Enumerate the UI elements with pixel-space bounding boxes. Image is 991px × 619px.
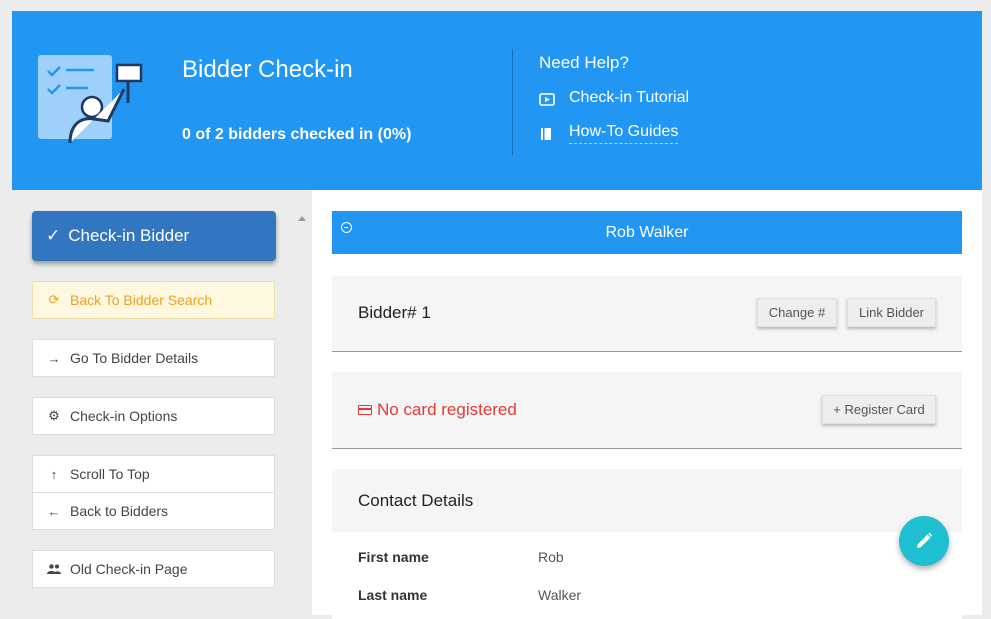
contact-details-title: Contact Details — [358, 491, 474, 510]
gear-icon: ⚙ — [48, 408, 60, 423]
old-checkin-page-label: Old Check-in Page — [70, 561, 188, 577]
refresh-icon: ⟳ — [48, 292, 60, 307]
edit-contact-button[interactable] — [899, 516, 949, 566]
contact-details-body: First name Rob Last name Walker — [332, 532, 962, 619]
back-to-bidders-label: Back to Bidders — [70, 503, 169, 519]
arrow-right-icon: → — [47, 350, 61, 366]
back-to-bidder-search-label: Back To Bidder Search — [70, 292, 213, 308]
first-name-label: First name — [358, 549, 429, 565]
howto-guides-link[interactable]: How-To Guides — [539, 123, 679, 144]
howto-guides-label: How-To Guides — [569, 123, 679, 144]
collapse-icon[interactable] — [341, 222, 352, 233]
bidder-name: Rob Walker — [605, 223, 689, 241]
card-status-label: No card registered — [377, 400, 517, 419]
scroll-up-arrow-icon[interactable] — [298, 216, 306, 221]
last-name-label: Last name — [358, 587, 428, 603]
checkin-progress: 0 of 2 bidders checked in (0%) — [182, 126, 412, 143]
credit-card-icon — [358, 405, 372, 415]
book-icon — [541, 127, 551, 140]
go-to-bidder-details-label: Go To Bidder Details — [70, 350, 199, 366]
checkin-bidder-button[interactable]: ✓ Check-in Bidder — [32, 211, 276, 261]
main-panel: Rob Walker Bidder# 1 Change # Link Bidde… — [312, 190, 982, 619]
back-to-bidder-search-button[interactable]: ⟳ Back To Bidder Search — [32, 281, 275, 319]
page-title: Bidder Check-in — [182, 56, 353, 83]
check-icon: ✓ — [46, 226, 61, 245]
checkin-tutorial-link[interactable]: Check-in Tutorial — [539, 89, 689, 109]
checklist-person-icon — [38, 55, 143, 143]
card-status: No card registered — [358, 400, 517, 420]
app-frame: Bidder Check-in 0 of 2 bidders checked i… — [12, 11, 982, 619]
arrow-up-icon: ↑ — [50, 466, 58, 482]
register-card-button[interactable]: + Register Card — [822, 395, 936, 424]
scroll-to-top-label: Scroll To Top — [70, 466, 150, 482]
first-name-value: Rob — [538, 549, 564, 565]
page-header: Bidder Check-in 0 of 2 bidders checked i… — [12, 11, 982, 190]
help-title: Need Help? — [539, 53, 629, 72]
bidder-number-label: Bidder# 1 — [358, 303, 431, 322]
sidebar-scrollbar[interactable] — [295, 210, 308, 615]
checkin-bidder-label: Check-in Bidder — [68, 226, 190, 245]
arrow-left-icon: ← — [47, 503, 61, 519]
last-name-value: Walker — [538, 587, 582, 603]
checkin-tutorial-label: Check-in Tutorial — [569, 89, 690, 106]
people-icon — [47, 564, 61, 574]
payment-card: No card registered + Register Card — [332, 372, 962, 449]
sidebar: ✓ Check-in Bidder ⟳ Back To Bidder Searc… — [12, 190, 312, 615]
bidder-number-card: Bidder# 1 Change # Link Bidder — [332, 276, 962, 352]
old-checkin-page-button[interactable]: Old Check-in Page — [32, 550, 275, 588]
checkin-options-button[interactable]: ⚙ Check-in Options — [32, 397, 275, 435]
go-to-bidder-details-button[interactable]: → Go To Bidder Details — [32, 339, 275, 377]
scroll-to-top-button[interactable]: ↑ Scroll To Top — [32, 455, 275, 493]
link-bidder-button[interactable]: Link Bidder — [847, 298, 936, 327]
change-number-button[interactable]: Change # — [757, 298, 837, 327]
back-to-bidders-button[interactable]: ← Back to Bidders — [32, 492, 275, 530]
checkin-options-label: Check-in Options — [70, 408, 178, 424]
video-icon — [539, 92, 555, 106]
bidder-name-bar[interactable]: Rob Walker — [332, 211, 962, 254]
pencil-icon — [917, 532, 933, 548]
header-divider — [512, 49, 513, 155]
contact-details-card: Contact Details First name Rob Last name… — [332, 469, 962, 619]
